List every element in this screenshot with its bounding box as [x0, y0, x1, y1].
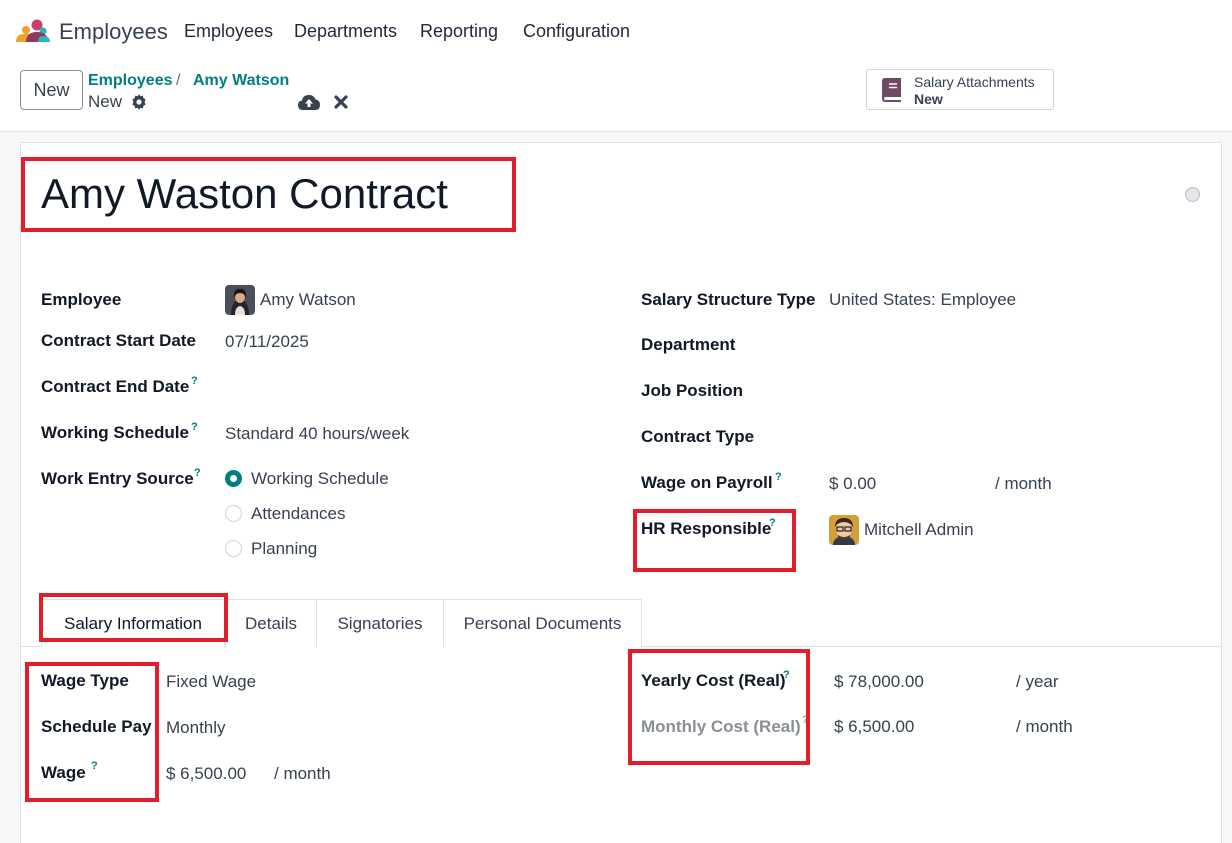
radio-label-attendances[interactable]: Attendances	[251, 504, 346, 524]
hr-responsible-label: HR Responsible	[641, 519, 772, 538]
menu-departments[interactable]: Departments	[294, 21, 397, 42]
breadcrumb-amy-watson[interactable]: Amy Watson	[193, 72, 289, 90]
hr-responsible-field[interactable]: Mitchell Admin	[864, 520, 974, 540]
radio-attendances[interactable]	[225, 505, 242, 522]
work-entry-source-label: Work Entry Source	[41, 469, 194, 488]
help-tooltip-icon[interactable]: ?	[191, 421, 198, 433]
salary-attachments-button[interactable]: Salary Attachments New	[866, 69, 1054, 110]
employee-field[interactable]: Amy Watson	[260, 290, 356, 310]
help-tooltip-icon[interactable]: ?	[194, 467, 201, 479]
wage-field[interactable]: $ 6,500.00	[166, 764, 246, 784]
contract-type-label: Contract Type	[641, 427, 755, 446]
schedule-pay-field[interactable]: Monthly	[166, 718, 226, 738]
contract-name-input[interactable]: Amy Waston Contract	[41, 170, 448, 218]
help-tooltip-icon[interactable]: ?	[783, 669, 790, 681]
wage-type-label: Wage Type	[41, 671, 129, 690]
wage-on-payroll-label: Wage on Payroll	[641, 473, 773, 492]
help-tooltip-icon[interactable]: ?	[775, 471, 782, 483]
menu-configuration[interactable]: Configuration	[523, 21, 630, 42]
radio-label-planning[interactable]: Planning	[251, 539, 317, 559]
schedule-pay-label: Schedule Pay	[41, 717, 152, 736]
control-panel: New Employees / Amy Watson New Salary At…	[0, 62, 1232, 132]
employee-label: Employee	[41, 290, 122, 309]
yearly-cost-field[interactable]: $ 78,000.00	[834, 672, 924, 692]
radio-working-schedule[interactable]	[225, 470, 242, 487]
contract-end-label: Contract End Date	[41, 377, 190, 396]
help-tooltip-icon[interactable]: ?	[802, 714, 809, 726]
help-tooltip-icon[interactable]: ?	[91, 760, 98, 772]
book-icon	[882, 78, 901, 102]
yearly-cost-label: Yearly Cost (Real)	[641, 671, 786, 690]
radio-planning[interactable]	[225, 540, 242, 557]
avatar	[225, 285, 255, 315]
wage-unit: / month	[274, 764, 331, 783]
tab-personal-documents[interactable]: Personal Documents	[443, 599, 642, 647]
working-schedule-field[interactable]: Standard 40 hours/week	[225, 424, 409, 444]
avatar	[829, 515, 859, 545]
employees-app-icon[interactable]	[16, 19, 50, 43]
breadcrumb-separator: /	[176, 72, 181, 89]
monthly-cost-label: Monthly Cost (Real)	[641, 717, 801, 736]
breadcrumb-employees[interactable]: Employees	[88, 72, 172, 90]
app-name[interactable]: Employees	[59, 19, 168, 45]
yearly-cost-unit: / year	[1016, 672, 1059, 691]
help-tooltip-icon[interactable]: ?	[769, 517, 776, 529]
cloud-upload-icon[interactable]	[298, 93, 320, 111]
department-label: Department	[641, 335, 736, 354]
smart-button-title: Salary Attachments	[914, 74, 1035, 90]
wage-on-payroll-unit: / month	[995, 474, 1052, 493]
help-tooltip-icon[interactable]: ?	[191, 375, 198, 387]
close-icon[interactable]	[333, 94, 349, 110]
smart-button-value: New	[914, 91, 943, 107]
tab-signatories[interactable]: Signatories	[316, 599, 444, 647]
wage-label: Wage	[41, 763, 86, 782]
working-schedule-label: Working Schedule	[41, 423, 189, 442]
contract-start-label: Contract Start Date	[41, 331, 196, 350]
radio-label-working-schedule[interactable]: Working Schedule	[251, 469, 389, 489]
status-indicator[interactable]	[1185, 187, 1200, 202]
job-position-label: Job Position	[641, 381, 743, 400]
salary-structure-type-field[interactable]: United States: Employee	[829, 290, 1016, 310]
menu-employees[interactable]: Employees	[184, 21, 273, 42]
wage-type-field[interactable]: Fixed Wage	[166, 672, 256, 692]
menu-reporting[interactable]: Reporting	[420, 21, 498, 42]
tab-details[interactable]: Details	[225, 599, 317, 647]
record-state: New	[88, 92, 123, 111]
wage-on-payroll-field[interactable]: $ 0.00	[829, 474, 876, 494]
new-button[interactable]: New	[20, 70, 83, 110]
top-navbar: Employees Employees Departments Reportin…	[0, 0, 1232, 62]
gear-icon[interactable]	[131, 94, 147, 110]
contract-start-field[interactable]: 07/11/2025	[225, 332, 309, 352]
salary-structure-type-label: Salary Structure Type	[641, 290, 816, 309]
tab-salary-information[interactable]: Salary Information	[41, 599, 225, 647]
monthly-cost-unit: / month	[1016, 717, 1073, 736]
monthly-cost-field: $ 6,500.00	[834, 717, 915, 736]
